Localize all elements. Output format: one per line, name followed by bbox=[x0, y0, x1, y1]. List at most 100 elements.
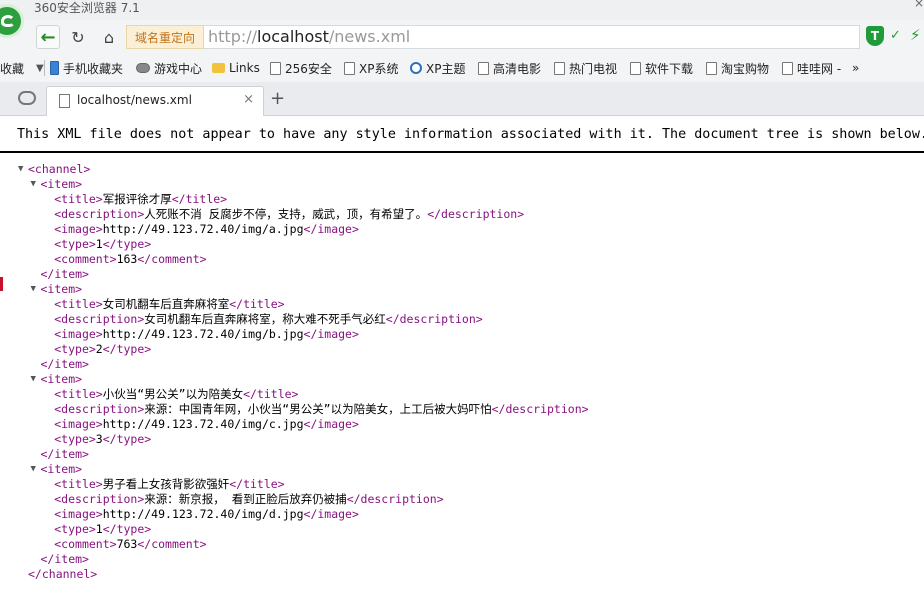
xml-tree: ▼ <channel> ▼ <item> <title>军报评徐才厚</title> <d… bbox=[18, 162, 589, 582]
xml-style-notice: This XML file does not appear to have an… bbox=[0, 117, 924, 153]
xml-item-close: </item> bbox=[18, 357, 589, 372]
collapse-toggle-icon[interactable]: ▼ bbox=[31, 177, 41, 192]
xml-field-line: <image>http://49.123.72.40/img/c.jpg</im… bbox=[18, 417, 589, 432]
xml-tag: <item> bbox=[40, 282, 83, 296]
xml-close-tag: </description> bbox=[346, 492, 444, 506]
bookmark-item[interactable]: 手机收藏夹 bbox=[50, 59, 123, 77]
xml-item-open[interactable]: ▼ <item> bbox=[18, 462, 589, 477]
bookmark-item[interactable]: 哇哇网 - bbox=[782, 59, 841, 77]
xml-item-open[interactable]: ▼ <item> bbox=[18, 282, 589, 297]
xml-close-tag: </image> bbox=[303, 417, 359, 431]
xml-value: 3 bbox=[95, 432, 103, 446]
xml-item-open[interactable]: ▼ <item> bbox=[18, 177, 589, 192]
xml-open-tag: <description> bbox=[54, 492, 145, 506]
address-input[interactable]: http://localhost/news.xml bbox=[204, 25, 860, 49]
bookmark-item[interactable]: 256安全 bbox=[270, 59, 332, 77]
xml-close-tag: </description> bbox=[491, 402, 589, 416]
cloud-icon[interactable] bbox=[18, 91, 36, 105]
xml-field-line: <title>男子看上女孩背影欲强奸</title> bbox=[18, 477, 589, 492]
xml-close-tag: </comment> bbox=[137, 537, 207, 551]
bookmark-item[interactable]: 软件下载 bbox=[630, 59, 693, 77]
collapse-toggle-icon[interactable]: ▼ bbox=[31, 282, 41, 297]
xml-open-tag: <comment> bbox=[54, 537, 117, 551]
xml-open-tag: <type> bbox=[54, 522, 96, 536]
bookmarks-overflow-button[interactable]: » bbox=[852, 59, 859, 77]
xml-field-line: <type>1</type> bbox=[18, 522, 589, 537]
xml-close-tag: </type> bbox=[102, 342, 152, 356]
xml-channel-close: </channel> bbox=[18, 567, 589, 582]
xml-open-tag: <title> bbox=[54, 192, 103, 206]
url-host: localhost bbox=[257, 27, 329, 46]
xml-open-tag: <comment> bbox=[54, 252, 117, 266]
url-scheme: http:// bbox=[208, 27, 258, 46]
bookmark-item[interactable]: 热门电视 bbox=[554, 59, 617, 77]
xml-value: 军报评徐才厚 bbox=[102, 192, 172, 206]
xml-open-tag: <title> bbox=[54, 297, 103, 311]
margin-marker bbox=[0, 277, 3, 291]
xml-value: 小伙当“男公关”以为陪美女 bbox=[102, 387, 244, 401]
bookmark-item[interactable]: 高清电影 bbox=[478, 59, 541, 77]
page-icon bbox=[782, 61, 793, 75]
xml-value: http://49.123.72.40/img/b.jpg bbox=[102, 327, 304, 341]
bookmark-item[interactable]: XP系统 bbox=[344, 59, 398, 77]
xml-close-tag: </image> bbox=[303, 222, 359, 236]
xml-close-tag: </image> bbox=[303, 507, 359, 521]
collapse-toggle-icon[interactable]: ▼ bbox=[31, 372, 41, 387]
xml-open-tag: <title> bbox=[54, 387, 103, 401]
xml-value: 来源：新京报， 看到正脸后放弃仍被捕 bbox=[144, 492, 347, 506]
title-bar: 360安全浏览器 7.1 × bbox=[0, 0, 924, 20]
xml-channel-open[interactable]: ▼ <channel> bbox=[18, 162, 589, 177]
bookmarks-bar: 收藏 ▼ 手机收藏夹 游戏中心 Links 256安全 XP系统 XP主题 高清电… bbox=[0, 54, 924, 82]
xml-field-line: <title>军报评徐才厚</title> bbox=[18, 192, 589, 207]
xml-field-line: <type>1</type> bbox=[18, 237, 589, 252]
xml-value: 来源：中国青年网，小伙当“男公关”以为陪美女，上工后被大妈吓怕 bbox=[144, 402, 492, 416]
tab-close-icon[interactable]: × bbox=[243, 92, 254, 107]
home-icon[interactable]: ⌂ bbox=[97, 25, 121, 49]
page-icon bbox=[630, 61, 641, 75]
xml-value: 1 bbox=[95, 237, 103, 251]
xml-field-line: <description>来源：中国青年网，小伙当“男公关”以为陪美女，上工后被… bbox=[18, 402, 589, 417]
xml-open-tag: <description> bbox=[54, 312, 145, 326]
xml-value: 163 bbox=[116, 252, 138, 266]
chevron-down-icon[interactable]: ▼ bbox=[36, 63, 44, 74]
bookmark-item[interactable]: 淘宝购物 bbox=[706, 59, 769, 77]
tab-title: localhost/news.xml bbox=[77, 93, 192, 107]
security-shield-icon[interactable]: T bbox=[866, 26, 884, 46]
page-icon bbox=[554, 61, 565, 75]
bookmark-item[interactable]: Links bbox=[212, 59, 260, 77]
collapse-toggle-icon[interactable]: ▼ bbox=[31, 462, 41, 477]
xml-close-tag: </title> bbox=[171, 192, 228, 206]
xml-item-close: </item> bbox=[18, 552, 589, 567]
document-icon bbox=[59, 94, 70, 108]
xml-field-line: <image>http://49.123.72.40/img/a.jpg</im… bbox=[18, 222, 589, 237]
window-title: 360安全浏览器 7.1 bbox=[34, 1, 140, 15]
bookmark-item[interactable]: XP主题 bbox=[410, 59, 465, 77]
lightning-icon[interactable]: ⚡ bbox=[910, 26, 921, 44]
xml-field-line: <type>2</type> bbox=[18, 342, 589, 357]
xml-field-line: <image>http://49.123.72.40/img/b.jpg</im… bbox=[18, 327, 589, 342]
xml-close-tag: </title> bbox=[243, 387, 299, 401]
xml-field-line: <type>3</type> bbox=[18, 432, 589, 447]
xml-close-tag: </description> bbox=[427, 207, 525, 221]
bookmark-item[interactable]: 游戏中心 bbox=[136, 59, 202, 77]
back-arrow-icon[interactable]: ← bbox=[36, 25, 60, 49]
window-close-button[interactable]: × bbox=[914, 0, 924, 10]
navigation-bar: ← ↻ ⌂ 域名重定向 http://localhost/news.xml T … bbox=[0, 20, 924, 54]
domain-redirect-badge[interactable]: 域名重定向 bbox=[126, 25, 204, 49]
xml-open-tag: <type> bbox=[54, 432, 96, 446]
xml-value: http://49.123.72.40/img/d.jpg bbox=[102, 507, 304, 521]
folder-icon bbox=[212, 63, 225, 73]
xml-close-tag: </description> bbox=[385, 312, 483, 326]
tab-news-xml[interactable]: localhost/news.xml × bbox=[46, 86, 264, 116]
xml-item-open[interactable]: ▼ <item> bbox=[18, 372, 589, 387]
new-tab-button[interactable]: + bbox=[270, 88, 285, 109]
xml-close-tag: </type> bbox=[102, 432, 152, 446]
xml-open-tag: <description> bbox=[54, 402, 145, 416]
refresh-icon[interactable]: ↻ bbox=[66, 25, 90, 49]
bookmark-favorites[interactable]: 收藏 ▼ bbox=[0, 59, 44, 77]
xml-value: 女司机翻车后直奔麻将室 bbox=[102, 297, 230, 311]
collapse-toggle-icon[interactable]: ▼ bbox=[18, 162, 28, 177]
extension-icon[interactable]: ✓ bbox=[890, 28, 901, 43]
xml-value: http://49.123.72.40/img/c.jpg bbox=[102, 417, 304, 431]
xml-close-tag: </comment> bbox=[137, 252, 207, 266]
